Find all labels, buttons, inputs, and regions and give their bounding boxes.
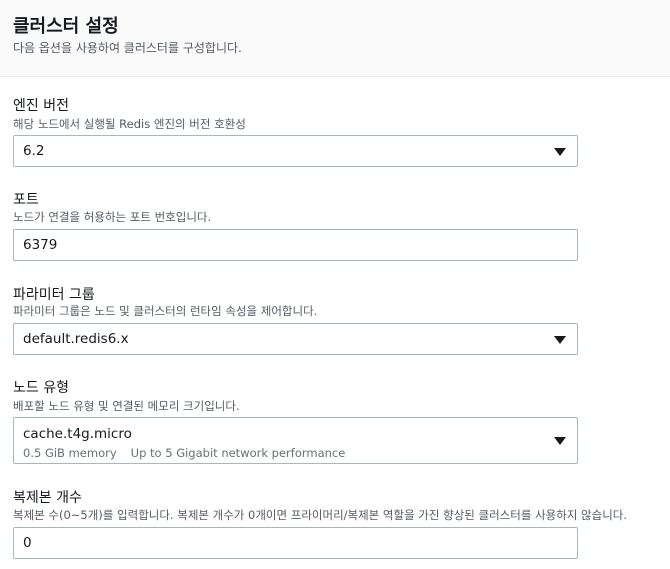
engine-version-value: 6.2 xyxy=(23,143,45,159)
caret-down-icon xyxy=(554,437,566,445)
engine-version-select[interactable]: 6.2 xyxy=(13,135,578,167)
section-title: 클러스터 설정 xyxy=(13,16,119,37)
section-header: 클러스터 설정 다음 옵션을 사용하여 클러스터를 구성합니다. xyxy=(0,0,670,77)
node-type-select[interactable]: cache.t4g.micro 0.5 GiB memory Up to 5 Gi… xyxy=(13,417,578,464)
section-description: 다음 옵션을 사용하여 클러스터를 구성합니다. xyxy=(13,41,242,55)
node-type-memory: 0.5 GiB memory xyxy=(23,446,117,460)
replicas-value: 0 xyxy=(23,535,32,551)
port-label: 포트 xyxy=(13,192,39,208)
port-input[interactable]: 6379 xyxy=(13,229,578,261)
engine-version-description: 해당 노드에서 실행될 Redis 엔진의 버전 호환성 xyxy=(13,117,246,131)
parameter-group-label: 파라미터 그룹 xyxy=(13,287,95,303)
parameter-group-value: default.redis6.x xyxy=(23,331,129,347)
port-value: 6379 xyxy=(23,237,58,253)
node-type-description: 배포할 노드 유형 및 연결된 메모리 크기입니다. xyxy=(13,399,240,413)
node-type-value: cache.t4g.micro xyxy=(23,426,132,442)
node-type-network: Up to 5 Gigabit network performance xyxy=(130,446,346,460)
parameter-group-description: 파라미터 그룹은 노드 및 클러스터의 런타임 속성을 제어합니다. xyxy=(13,304,318,318)
engine-version-label: 엔진 버전 xyxy=(13,98,69,114)
replicas-description: 복제본 수(0~5개)를 입력합니다. 복제본 개수가 0개이면 프라이머리/복… xyxy=(13,508,628,522)
caret-down-icon xyxy=(554,336,566,344)
port-description: 노드가 연결을 허용하는 포트 번호입니다. xyxy=(13,210,212,224)
caret-down-icon xyxy=(554,148,566,156)
replicas-label: 복제본 개수 xyxy=(13,490,82,506)
parameter-group-select[interactable]: default.redis6.x xyxy=(13,323,578,355)
node-type-label: 노드 유형 xyxy=(13,380,69,396)
replicas-input[interactable]: 0 xyxy=(13,527,578,559)
node-type-details: 0.5 GiB memory Up to 5 Gigabit network pe… xyxy=(23,446,345,460)
